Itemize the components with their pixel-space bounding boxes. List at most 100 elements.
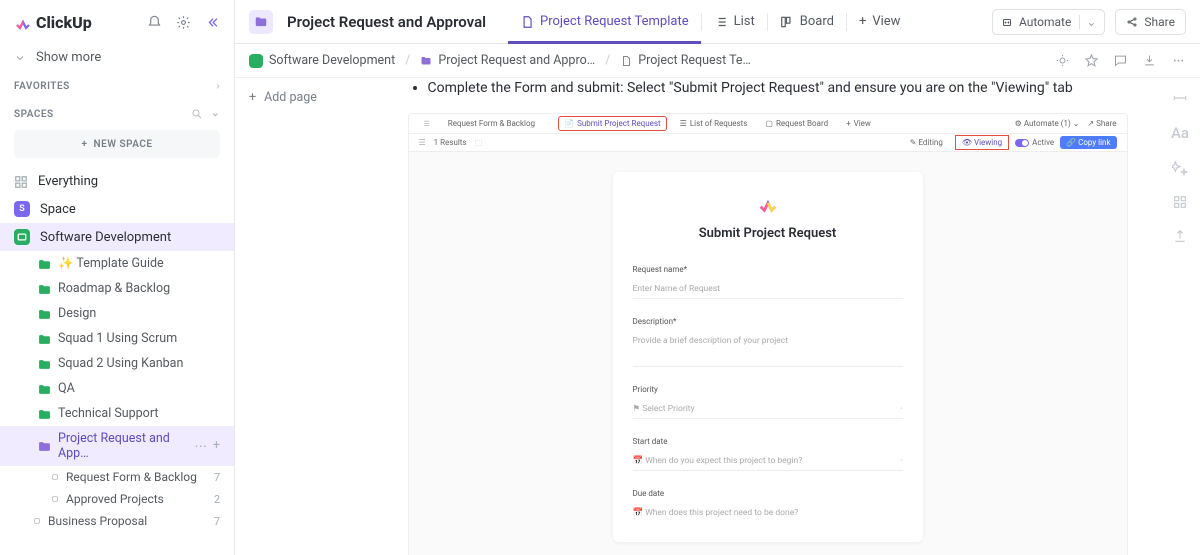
collapse-sidebar-icon[interactable]: [205, 15, 220, 30]
download-icon[interactable]: [1142, 53, 1157, 68]
folder-icon: [38, 284, 50, 294]
tab-list[interactable]: List: [702, 0, 767, 44]
breadcrumb[interactable]: Project Request Te…: [620, 53, 751, 68]
notifications-icon[interactable]: [147, 15, 162, 30]
folder-item[interactable]: Squad 2 Using Kanban: [0, 351, 234, 376]
folder-item[interactable]: Squad 1 Using Scrum: [0, 326, 234, 351]
settings-icon[interactable]: [176, 15, 191, 30]
folder-label: QA: [58, 381, 75, 396]
ss-editing-tab: ✎ Editing: [904, 136, 949, 149]
list-item[interactable]: Request Form & Backlog 7: [0, 466, 234, 488]
comment-icon[interactable]: [1113, 53, 1128, 68]
folder-label: ✨ Template Guide: [58, 256, 164, 271]
description-input: Provide a brief description of your proj…: [633, 332, 903, 367]
field-label: Description*: [633, 317, 903, 326]
folder-icon: [38, 384, 50, 394]
plus-icon[interactable]: +: [213, 438, 220, 454]
folder-icon: [38, 309, 50, 319]
doc-sidebar: + Add page: [235, 78, 405, 555]
form-card: Submit Project Request Request name* Ent…: [613, 172, 923, 542]
chevron-right-icon: ›: [216, 81, 220, 92]
list-icon: [52, 474, 58, 480]
chevron-down-icon[interactable]: ⌄: [211, 108, 220, 120]
robot-icon: [1001, 16, 1013, 28]
more-icon[interactable]: ⋯: [194, 438, 207, 454]
spaces-header[interactable]: SPACES ⌄: [0, 98, 234, 126]
ss-automate: ⚙ Automate (1) ⌄: [1015, 119, 1080, 128]
show-more[interactable]: Show more: [0, 44, 234, 71]
more-icon[interactable]: [1171, 53, 1186, 68]
sidebar-header: ClickUp: [0, 0, 234, 44]
ss-tab: + View: [841, 117, 876, 130]
list-icon: [52, 496, 58, 502]
folder-icon: [38, 359, 50, 369]
blocks-icon[interactable]: [1172, 194, 1188, 210]
folder-item[interactable]: ✨ Template Guide: [0, 251, 234, 276]
software-dev-space[interactable]: Software Development: [0, 223, 234, 251]
instruction-text: Complete the Form and submit: Select "Su…: [428, 78, 1128, 99]
space-item[interactable]: S Space: [0, 195, 234, 223]
embedded-screenshot: ☰ Request Form & Backlog · 📄 Submit Proj…: [408, 113, 1128, 555]
folder-item[interactable]: Design: [0, 301, 234, 326]
folder-item[interactable]: Roadmap & Backlog: [0, 276, 234, 301]
main: Project Request and Approval Project Req…: [235, 0, 1200, 555]
sun-icon[interactable]: [1055, 53, 1070, 68]
ss-tabs: ☰ Request Form & Backlog · 📄 Submit Proj…: [409, 114, 1127, 134]
folder-label: Project Request and App…: [58, 431, 186, 461]
folder-label: Design: [58, 306, 96, 321]
export-icon[interactable]: [1172, 228, 1188, 244]
automate-button[interactable]: Automate ⌄: [992, 9, 1105, 35]
request-name-input: Enter Name of Request: [633, 280, 903, 299]
ss-active-toggle: Active: [1015, 138, 1054, 147]
expand-icon[interactable]: [1172, 90, 1188, 106]
tab-board[interactable]: Board: [768, 0, 846, 44]
business-proposal-item[interactable]: Business Proposal 7: [0, 510, 234, 532]
ss-tab: ▢ Request Board: [760, 117, 833, 130]
topbar: Project Request and Approval Project Req…: [235, 0, 1200, 44]
ss-tab: Request Form & Backlog: [443, 117, 540, 130]
clickup-logo[interactable]: ClickUp: [14, 13, 92, 32]
breadcrumb[interactable]: Project Request and Appro…: [420, 53, 595, 68]
star-icon[interactable]: [1084, 53, 1099, 68]
everything-item[interactable]: Everything: [0, 168, 234, 195]
breadcrumb[interactable]: Software Development: [249, 53, 395, 68]
share-button[interactable]: Share: [1115, 9, 1186, 35]
field-label: Priority: [633, 385, 903, 394]
ss-copy-link: 🔗 Copy link: [1060, 136, 1116, 149]
font-icon[interactable]: Aa: [1171, 124, 1189, 142]
ss-tab-highlighted: 📄 Submit Project Request: [558, 116, 667, 131]
list-item[interactable]: Approved Projects 2: [0, 488, 234, 510]
due-date-input: 📅 When does this project need to be done…: [633, 504, 903, 522]
space-avatar: [14, 229, 30, 245]
share-icon: [1126, 16, 1138, 28]
ss-results: 1 Results: [434, 138, 467, 147]
plus-icon: +: [249, 90, 256, 105]
search-icon[interactable]: [191, 108, 203, 120]
ai-icon[interactable]: [1172, 160, 1188, 176]
start-date-input: 📅 When do you expect this project to beg…: [633, 452, 903, 471]
list-icon: [34, 518, 40, 524]
tab-template[interactable]: Project Request Template: [508, 0, 701, 44]
priority-select: ⚑ Select Priority·: [633, 400, 903, 419]
space-avatar: S: [14, 201, 30, 217]
chevron-down-icon[interactable]: ⌄: [1079, 15, 1096, 29]
plus-icon: +: [82, 139, 88, 150]
folder-icon: [38, 409, 50, 419]
folder-item[interactable]: Project Request and App… ⋯ +: [0, 426, 234, 466]
board-icon: [780, 15, 794, 29]
folder-item[interactable]: QA: [0, 376, 234, 401]
list-icon: [714, 15, 728, 29]
add-view[interactable]: + View: [847, 0, 913, 44]
folder-label: Squad 2 Using Kanban: [58, 356, 183, 371]
new-space-button[interactable]: + NEW SPACE: [14, 130, 220, 158]
plus-icon: +: [859, 14, 866, 29]
folder-label: Roadmap & Backlog: [58, 281, 170, 296]
folder-item[interactable]: Technical Support: [0, 401, 234, 426]
add-page-button[interactable]: + Add page: [249, 90, 391, 105]
chevron-down-icon: [14, 52, 26, 64]
space-avatar: [249, 54, 263, 68]
doc-icon: [620, 55, 632, 67]
folder-badge[interactable]: [249, 10, 273, 34]
folder-icon: [420, 55, 432, 67]
favorites-header[interactable]: FAVORITES ›: [0, 71, 234, 98]
